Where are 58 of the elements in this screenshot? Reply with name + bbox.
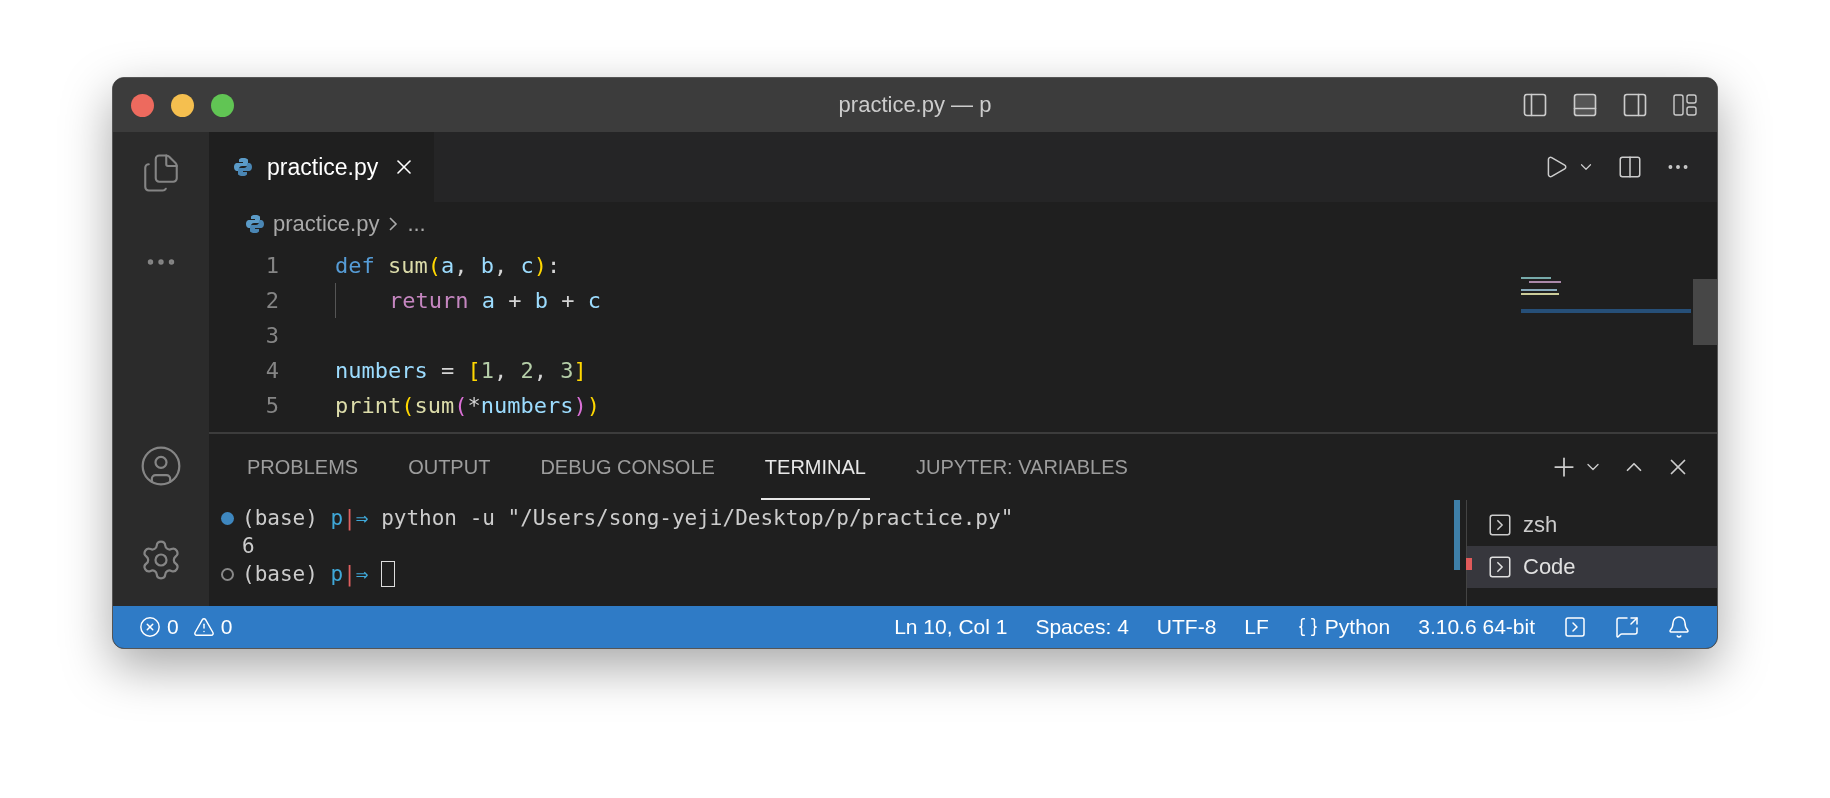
terminal-list-item[interactable]: Code (1467, 546, 1717, 588)
python-icon (245, 213, 265, 234)
panel-tab[interactable]: PROBLEMS (243, 434, 363, 500)
command-status-dot[interactable] (221, 511, 234, 525)
python-icon (233, 157, 253, 177)
breadcrumb-item[interactable]: ... (407, 210, 426, 237)
panel-right-icon[interactable] (1621, 91, 1649, 119)
window-title: practice.py — p (838, 92, 992, 118)
status-item[interactable]: Ln 10, Col 1 (894, 615, 1008, 639)
layout-icon[interactable] (1671, 91, 1699, 119)
code-line: return a + b + c (388, 288, 601, 313)
close-button[interactable] (131, 93, 154, 117)
terminal-line: 6 (242, 534, 255, 558)
terminal-line: (base) p|⇒ python -u "/Users/song-yeji/Desktop/p/practice.py" (242, 506, 1014, 530)
line-number: 4 (264, 358, 279, 383)
feedback-icon[interactable] (1615, 615, 1639, 639)
scroll-marker (1466, 558, 1472, 570)
terminal-name: Code (1523, 554, 1576, 580)
status-item[interactable]: Python (1324, 615, 1391, 639)
terminal-icon[interactable] (1563, 615, 1587, 639)
scrollbar-thumb[interactable] (1693, 279, 1717, 345)
terminal-name: zsh (1523, 512, 1558, 538)
status-item[interactable]: 0 (167, 615, 179, 639)
panel-left-icon[interactable] (1521, 91, 1549, 119)
line-number: 5 (264, 393, 279, 418)
account-icon[interactable] (139, 444, 183, 488)
notifications-icon[interactable] (1667, 615, 1691, 639)
split-editor-icon[interactable] (1617, 154, 1643, 180)
braces-icon (1296, 616, 1319, 638)
minimize-button[interactable] (171, 93, 194, 117)
panel-bottom-icon[interactable] (1571, 91, 1599, 119)
status-item[interactable]: UTF-8 (1156, 615, 1217, 639)
terminal-line: (base) p|⇒ (242, 562, 370, 586)
line-number: 1 (264, 253, 279, 278)
code-line: numbers = [1, 2, 3] (335, 358, 587, 383)
terminal-icon (1487, 512, 1513, 538)
scroll-marker (1454, 500, 1460, 570)
zoom-button[interactable] (211, 93, 234, 117)
panel-tab[interactable]: JUPYTER: VARIABLES (912, 434, 1132, 500)
terminal-icon (1487, 554, 1513, 580)
status-item[interactable]: 3.10.6 64-bit (1418, 615, 1535, 639)
panel-tab[interactable]: OUTPUT (404, 434, 495, 500)
command-status-circle[interactable] (221, 567, 234, 581)
line-number: 3 (264, 323, 279, 348)
panel-tab[interactable]: TERMINAL (760, 434, 870, 500)
tab-label: practice.py (267, 153, 379, 181)
error-icon (139, 616, 161, 638)
line-number: 2 (264, 288, 279, 313)
status-item[interactable]: Spaces: 4 (1035, 615, 1129, 639)
terminal-list-item[interactable]: zsh (1467, 504, 1717, 546)
breadcrumb-item[interactable]: practice.py (273, 210, 380, 237)
code-line: def sum(a, b, c): (335, 253, 561, 278)
status-item[interactable]: 0 (220, 615, 233, 639)
editor-tab[interactable]: practice.py (209, 132, 435, 202)
warning-icon (192, 616, 215, 638)
panel-tab[interactable]: DEBUG CONSOLE (536, 434, 719, 500)
code-line: print(sum(*numbers)) (335, 393, 600, 418)
status-item[interactable]: LF (1244, 615, 1269, 639)
